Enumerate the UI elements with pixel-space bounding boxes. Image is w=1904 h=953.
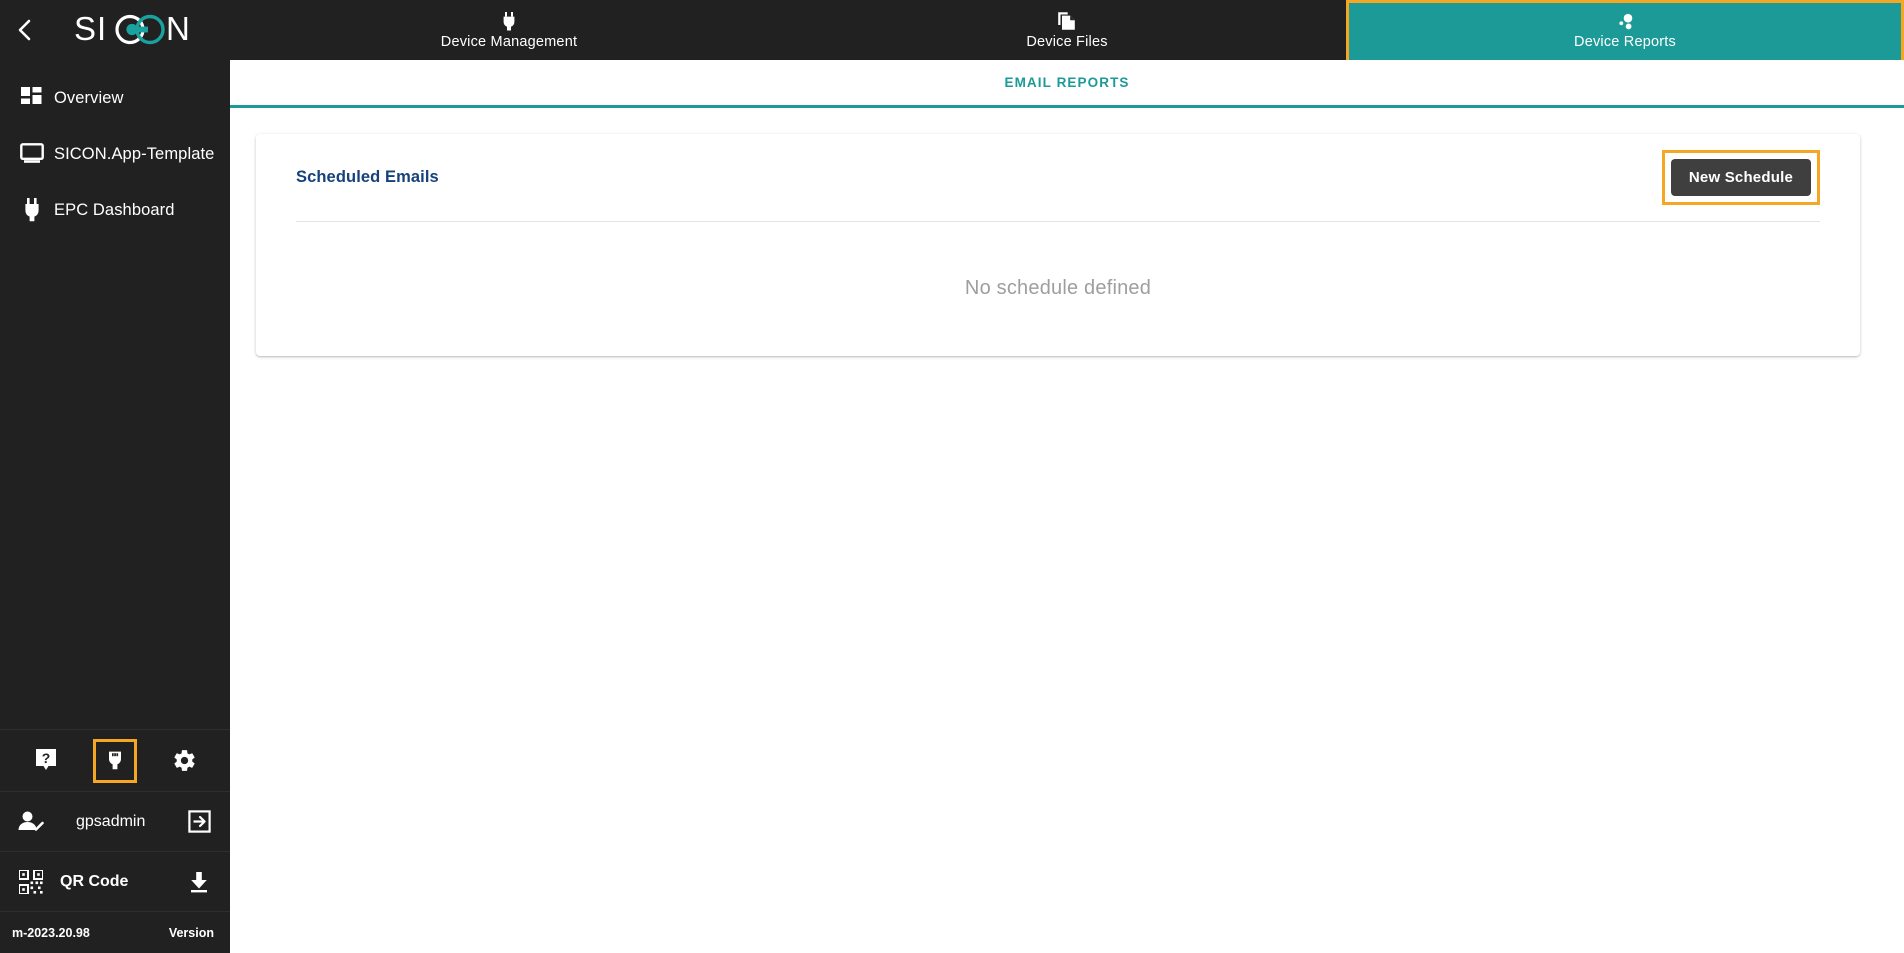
sidebar-nav: Overview SICON.App-Template: [0, 70, 230, 238]
subtab-email-reports[interactable]: EMAIL REPORTS: [992, 75, 1141, 90]
settings-button[interactable]: [167, 744, 201, 778]
sidebar-item-overview[interactable]: Overview: [0, 70, 230, 126]
tab-device-files[interactable]: Device Files: [788, 0, 1346, 60]
qr-download-button[interactable]: [182, 871, 216, 893]
main-area: Device Management Device Files: [230, 0, 1904, 953]
svg-text:?: ?: [42, 750, 51, 766]
sicon-logo-icon: SI N: [74, 11, 206, 49]
logout-button[interactable]: [182, 810, 216, 833]
scheduled-emails-card: Scheduled Emails New Schedule No schedul…: [256, 134, 1860, 356]
sidebar-item-epc-dashboard[interactable]: EPC Dashboard: [0, 182, 230, 238]
card-header: Scheduled Emails New Schedule: [296, 134, 1820, 222]
sidebar-qr-row[interactable]: QR Code: [0, 851, 230, 911]
sidebar-item-app-template[interactable]: SICON.App-Template: [0, 126, 230, 182]
qr-code-icon: [8, 870, 54, 894]
gear-icon: [172, 748, 197, 773]
sidebar-spacer: [0, 238, 230, 729]
sidebar-item-label: SICON.App-Template: [54, 145, 214, 164]
device-plug-icon: [106, 750, 124, 772]
app-root: SI N Overvi: [0, 0, 1904, 953]
version-label: Version: [169, 926, 214, 940]
sidebar-item-label: Overview: [54, 89, 124, 108]
version-value: m-2023.20.98: [12, 926, 90, 940]
sidebar-header: SI N: [0, 0, 230, 60]
svg-text:SI: SI: [74, 11, 107, 47]
files-copy-icon: [1057, 11, 1077, 31]
top-tabstrip: Device Management Device Files: [230, 0, 1904, 60]
logout-icon: [188, 810, 211, 833]
bubble-chart-icon: [1615, 11, 1635, 31]
help-button[interactable]: ?: [29, 744, 63, 778]
sidebar-collapse-button[interactable]: [12, 17, 38, 43]
card-body: No schedule defined: [296, 222, 1820, 354]
user-check-icon: [8, 810, 54, 834]
sidebar: SI N Overvi: [0, 0, 230, 953]
chevron-left-icon: [17, 18, 33, 42]
sidebar-user-row[interactable]: gpsadmin: [0, 791, 230, 851]
download-icon: [188, 871, 210, 893]
device-button[interactable]: [93, 739, 137, 783]
tab-label: Device Management: [441, 34, 577, 50]
empty-state-message: No schedule defined: [965, 277, 1151, 300]
brand-logo[interactable]: SI N: [74, 11, 206, 49]
sidebar-version-row: m-2023.20.98 Version: [0, 911, 230, 953]
sidebar-item-label: EPC Dashboard: [54, 201, 175, 220]
tab-device-management[interactable]: Device Management: [230, 0, 788, 60]
svg-text:N: N: [166, 11, 191, 47]
tab-label: Device Files: [1026, 34, 1107, 50]
tab-label: Device Reports: [1574, 34, 1676, 50]
monitor-icon: [10, 143, 54, 165]
tab-device-reports[interactable]: Device Reports: [1346, 0, 1904, 60]
sidebar-tools: ?: [0, 729, 230, 791]
dashboard-grid-icon: [10, 87, 54, 109]
plug-icon: [10, 198, 54, 222]
sidebar-qr-label: QR Code: [54, 873, 182, 891]
new-schedule-highlight: New Schedule: [1662, 150, 1820, 205]
help-icon: ?: [34, 748, 58, 774]
sub-tabstrip: EMAIL REPORTS: [230, 60, 1904, 108]
card-title: Scheduled Emails: [296, 168, 439, 187]
sidebar-username: gpsadmin: [54, 813, 182, 831]
new-schedule-button[interactable]: New Schedule: [1671, 159, 1811, 196]
plug-icon: [501, 11, 517, 31]
content-area: Scheduled Emails New Schedule No schedul…: [230, 108, 1904, 953]
